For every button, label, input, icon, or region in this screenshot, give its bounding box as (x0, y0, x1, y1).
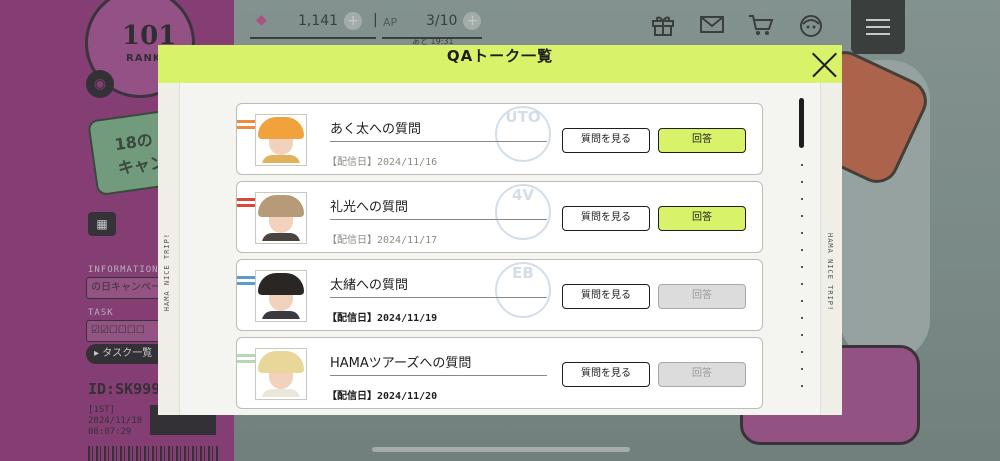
answer-button[interactable]: 回答 (658, 128, 746, 153)
group-logo-watermark: UTO (495, 106, 551, 162)
scrollbar-track-dot (801, 351, 803, 353)
release-date: 【配信日】2024/11/20 (327, 391, 438, 402)
scrollbar-track-dot (801, 215, 803, 217)
side-strip-left: HAMA NICE TRIP! (158, 83, 180, 415)
scrollbar[interactable] (799, 98, 805, 416)
side-text-left: HAMA NICE TRIP! (163, 233, 171, 312)
accent-bar (237, 276, 255, 279)
list-item: EB 太緒への質問【配信日】2024/11/19 質問を見る 回答 (236, 259, 763, 331)
scrollbar-track-dot (801, 368, 803, 370)
scrollbar-track-dot (801, 164, 803, 166)
scrollbar-track-dot (801, 198, 803, 200)
avatar (255, 348, 307, 400)
avatar (255, 114, 307, 166)
answer-button: 回答 (658, 284, 746, 309)
title-divider (330, 375, 547, 376)
scrollbar-track-dot (801, 317, 803, 319)
title-divider (330, 297, 547, 298)
scrollbar-track-dot (801, 249, 803, 251)
release-date: 【配信日】2024/11/17 (327, 235, 438, 246)
view-question-button[interactable]: 質問を見る (562, 284, 650, 309)
accent-bar (237, 282, 255, 285)
answer-button: 回答 (658, 362, 746, 387)
question-title: HAMAツアーズへの質問 (330, 356, 472, 371)
view-question-button[interactable]: 質問を見る (562, 362, 650, 387)
side-strip-right: HAMA NICE TRIP! (820, 83, 842, 415)
release-date: 【配信日】2024/11/16 (327, 157, 438, 168)
title-divider (330, 141, 547, 142)
view-question-button[interactable]: 質問を見る (562, 206, 650, 231)
accent-bar (237, 126, 255, 129)
avatar (255, 270, 307, 322)
list-item: UTO あく太への質問【配信日】2024/11/16 質問を見る 回答 (236, 103, 763, 175)
qa-talk-modal: QAトーク一覧 HAMA NICE TRIP! HAMA NICE TRIP! … (158, 45, 842, 415)
scrollbar-track-dot (801, 385, 803, 387)
scrollbar-track-dot (801, 300, 803, 302)
qa-list: UTO あく太への質問 【配信日】2024/11/16 質問を見る 回答 4V 礼光への質問… (236, 103, 763, 415)
avatar (255, 192, 307, 244)
accent-bar (237, 198, 255, 201)
scrollbar-track-dot (801, 266, 803, 268)
close-icon[interactable] (810, 51, 838, 79)
accent-bar (237, 120, 255, 123)
view-question-button[interactable]: 質問を見る (562, 128, 650, 153)
release-date: 【配信日】2024/11/19 (327, 313, 438, 324)
question-title: 礼光への質問 (330, 200, 409, 215)
modal-title: QAトーク一覧 (446, 47, 554, 65)
accent-bar (237, 360, 255, 363)
accent-bar (237, 204, 255, 207)
scrollbar-track-dot (801, 181, 803, 183)
side-text-right: HAMA NICE TRIP! (826, 233, 834, 312)
accent-bar (237, 354, 255, 357)
title-divider (330, 219, 547, 220)
question-title: あく太への質問 (330, 122, 422, 137)
scrollbar-track-dot (801, 334, 803, 336)
question-title: 太緒への質問 (330, 278, 409, 293)
group-logo-watermark: 4V (495, 184, 551, 240)
list-item: HAMAツアーズへの質問【配信日】2024/11/20 質問を見る 回答 (236, 337, 763, 409)
answer-button[interactable]: 回答 (658, 206, 746, 231)
group-logo-watermark: EB (495, 262, 551, 318)
scrollbar-thumb[interactable] (799, 98, 804, 148)
scrollbar-track-dot (801, 283, 803, 285)
list-item: 4V 礼光への質問【配信日】2024/11/17 質問を見る 回答 (236, 181, 763, 253)
scrollbar-track-dot (801, 232, 803, 234)
